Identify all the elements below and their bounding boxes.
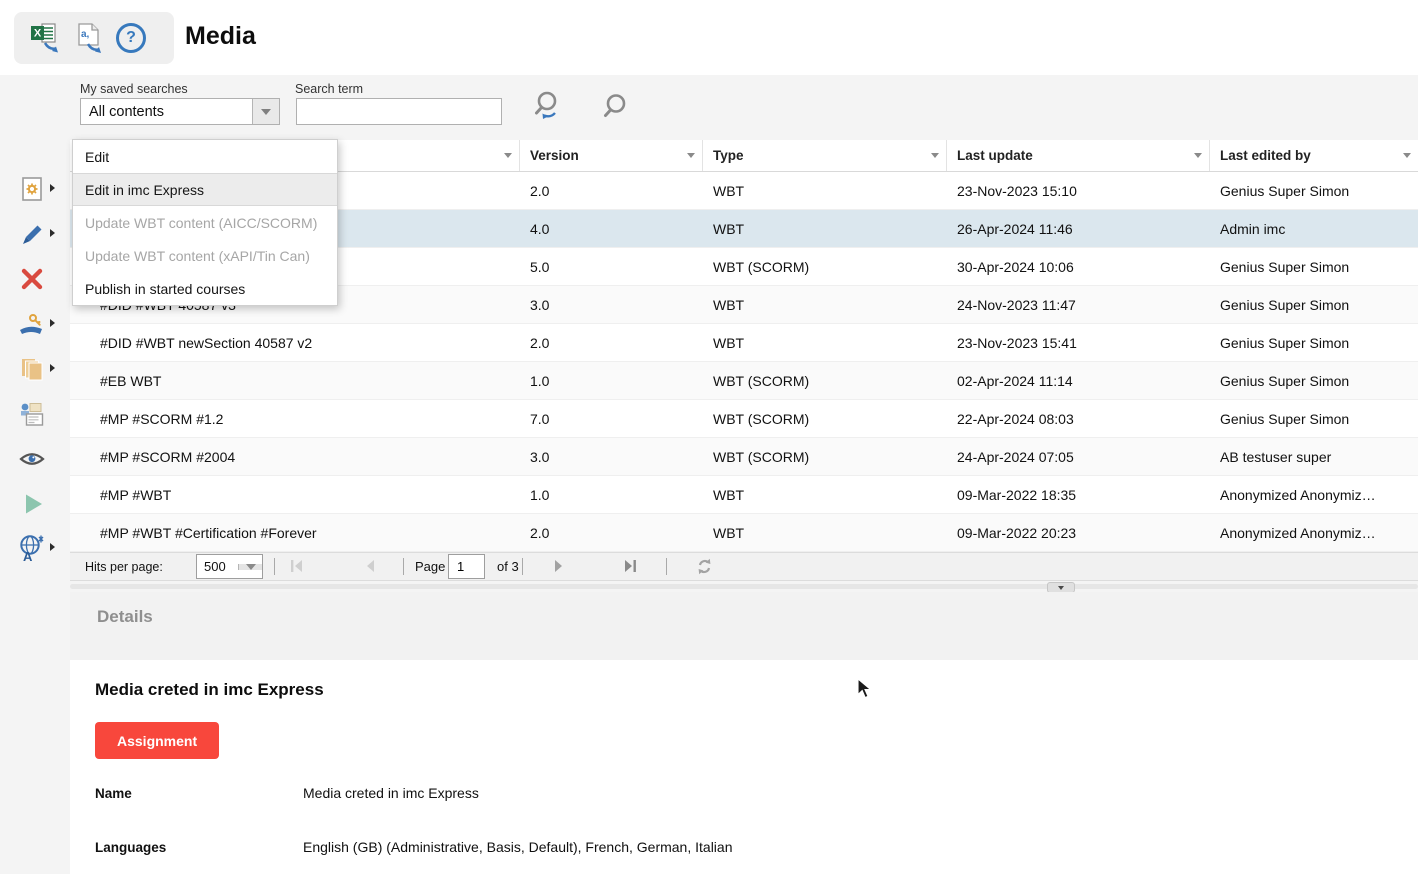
hits-per-page-select[interactable]: 500 — [196, 554, 263, 579]
column-header-type: Type — [703, 140, 947, 171]
action-sidebar: A — [0, 75, 70, 874]
divider — [403, 558, 404, 575]
page-title: Media — [185, 22, 256, 51]
splitter-track — [70, 584, 1418, 589]
table-row[interactable]: #DID #WBT newSection 40587 v2 2.0 WBT 23… — [70, 324, 1418, 362]
export-text-icon[interactable]: a, — [74, 21, 106, 55]
help-icon[interactable]: ? — [116, 23, 146, 53]
search-term-input[interactable] — [296, 98, 502, 125]
column-header-last-edited-by: Last edited by — [1210, 140, 1418, 171]
details-section: Details — [70, 592, 1418, 660]
menu-item-update-wbt-aicc-scorm: Update WBT content (AICC/SCORM) — [73, 206, 337, 239]
table-row[interactable]: #MP #WBT #Certification #Forever 2.0 WBT… — [70, 514, 1418, 552]
table-row[interactable]: #MP #SCORM #1.2 7.0 WBT (SCORM) 22-Apr-2… — [70, 400, 1418, 438]
svg-text:A: A — [23, 549, 33, 563]
first-page-icon — [288, 558, 306, 574]
page-label: Page — [415, 553, 445, 580]
divider — [522, 558, 523, 575]
column-menu-icon[interactable] — [1187, 153, 1209, 158]
last-page-icon[interactable] — [621, 558, 639, 574]
translate-icon[interactable]: A — [16, 533, 48, 563]
assignment-button[interactable]: Assignment — [95, 722, 219, 759]
context-menu: Edit Edit in imc Express Update WBT cont… — [72, 139, 338, 306]
copy-icon[interactable] — [16, 354, 48, 384]
column-menu-icon[interactable] — [1396, 153, 1418, 158]
search-icon[interactable] — [602, 92, 632, 127]
hits-per-page-label: Hits per page: — [85, 553, 163, 580]
saved-searches-value: All contents — [81, 104, 252, 120]
saved-searches-select[interactable]: All contents — [80, 98, 280, 125]
assign-permissions-icon[interactable] — [16, 309, 48, 339]
chevron-down-icon[interactable] — [238, 564, 262, 570]
languages-field-label: Languages — [95, 840, 166, 855]
new-content-flyout-arrow[interactable] — [50, 184, 55, 192]
name-field-value: Media creted in imc Express — [303, 785, 479, 801]
name-field-label: Name — [95, 786, 132, 801]
pagination-bar: Hits per page: 500 Page of 3 — [70, 552, 1418, 581]
play-icon[interactable] — [16, 489, 48, 519]
pane-splitter[interactable] — [70, 581, 1418, 592]
svg-text:a,: a, — [81, 29, 90, 40]
page-of-label: of 3 — [497, 553, 519, 580]
refresh-icon[interactable] — [695, 557, 714, 576]
copy-flyout-arrow[interactable] — [50, 364, 55, 372]
export-toolbar: X a, ? — [14, 12, 174, 64]
page-number-input[interactable] — [448, 554, 485, 579]
search-term-label: Search term — [295, 82, 363, 96]
hits-per-page-value: 500 — [197, 559, 238, 574]
new-content-icon[interactable] — [16, 174, 48, 204]
table-row[interactable]: #MP #WBT 1.0 WBT 09-Mar-2022 18:35 Anony… — [70, 476, 1418, 514]
notification-icon[interactable] — [16, 399, 48, 429]
delete-icon[interactable] — [16, 264, 48, 294]
top-bar: X a, ? Media — [0, 0, 1418, 75]
details-card: Media creted in imc Express Assignment N… — [70, 660, 1418, 874]
details-title: Media creted in imc Express — [95, 680, 324, 700]
column-header-version: Version — [520, 140, 703, 171]
search-reset-icon[interactable] — [532, 89, 568, 130]
menu-item-edit-in-imc-express[interactable]: Edit in imc Express — [73, 173, 337, 206]
search-bar: My saved searches All contents Search te… — [70, 75, 1418, 140]
column-header-last-update: Last update — [947, 140, 1210, 171]
previous-page-icon — [363, 558, 377, 574]
languages-field-value: English (GB) (Administrative, Basis, Def… — [303, 839, 732, 855]
menu-item-publish-in-started-courses[interactable]: Publish in started courses — [73, 272, 337, 305]
column-menu-icon[interactable] — [497, 153, 519, 158]
menu-item-update-wbt-xapi-tincan: Update WBT content (xAPI/Tin Can) — [73, 239, 337, 272]
preview-icon[interactable] — [16, 444, 48, 474]
media-admin-page: X a, ? Media — [0, 0, 1418, 874]
table-row[interactable]: #EB WBT 1.0 WBT (SCORM) 02-Apr-2024 11:1… — [70, 362, 1418, 400]
next-page-icon[interactable] — [552, 558, 566, 574]
divider — [666, 558, 667, 575]
column-menu-icon[interactable] — [680, 153, 702, 158]
details-heading: Details — [97, 607, 153, 627]
edit-flyout-arrow[interactable] — [50, 229, 55, 237]
saved-searches-label: My saved searches — [80, 82, 188, 96]
export-excel-icon[interactable]: X — [28, 21, 64, 55]
chevron-down-icon[interactable] — [252, 99, 279, 124]
assign-flyout-arrow[interactable] — [50, 319, 55, 327]
menu-item-edit[interactable]: Edit — [73, 140, 337, 173]
svg-text:X: X — [34, 28, 42, 40]
translate-flyout-arrow[interactable] — [50, 543, 55, 551]
column-menu-icon[interactable] — [924, 153, 946, 158]
edit-icon[interactable] — [16, 219, 48, 249]
table-row[interactable]: #MP #SCORM #2004 3.0 WBT (SCORM) 24-Apr-… — [70, 438, 1418, 476]
divider — [274, 558, 275, 575]
